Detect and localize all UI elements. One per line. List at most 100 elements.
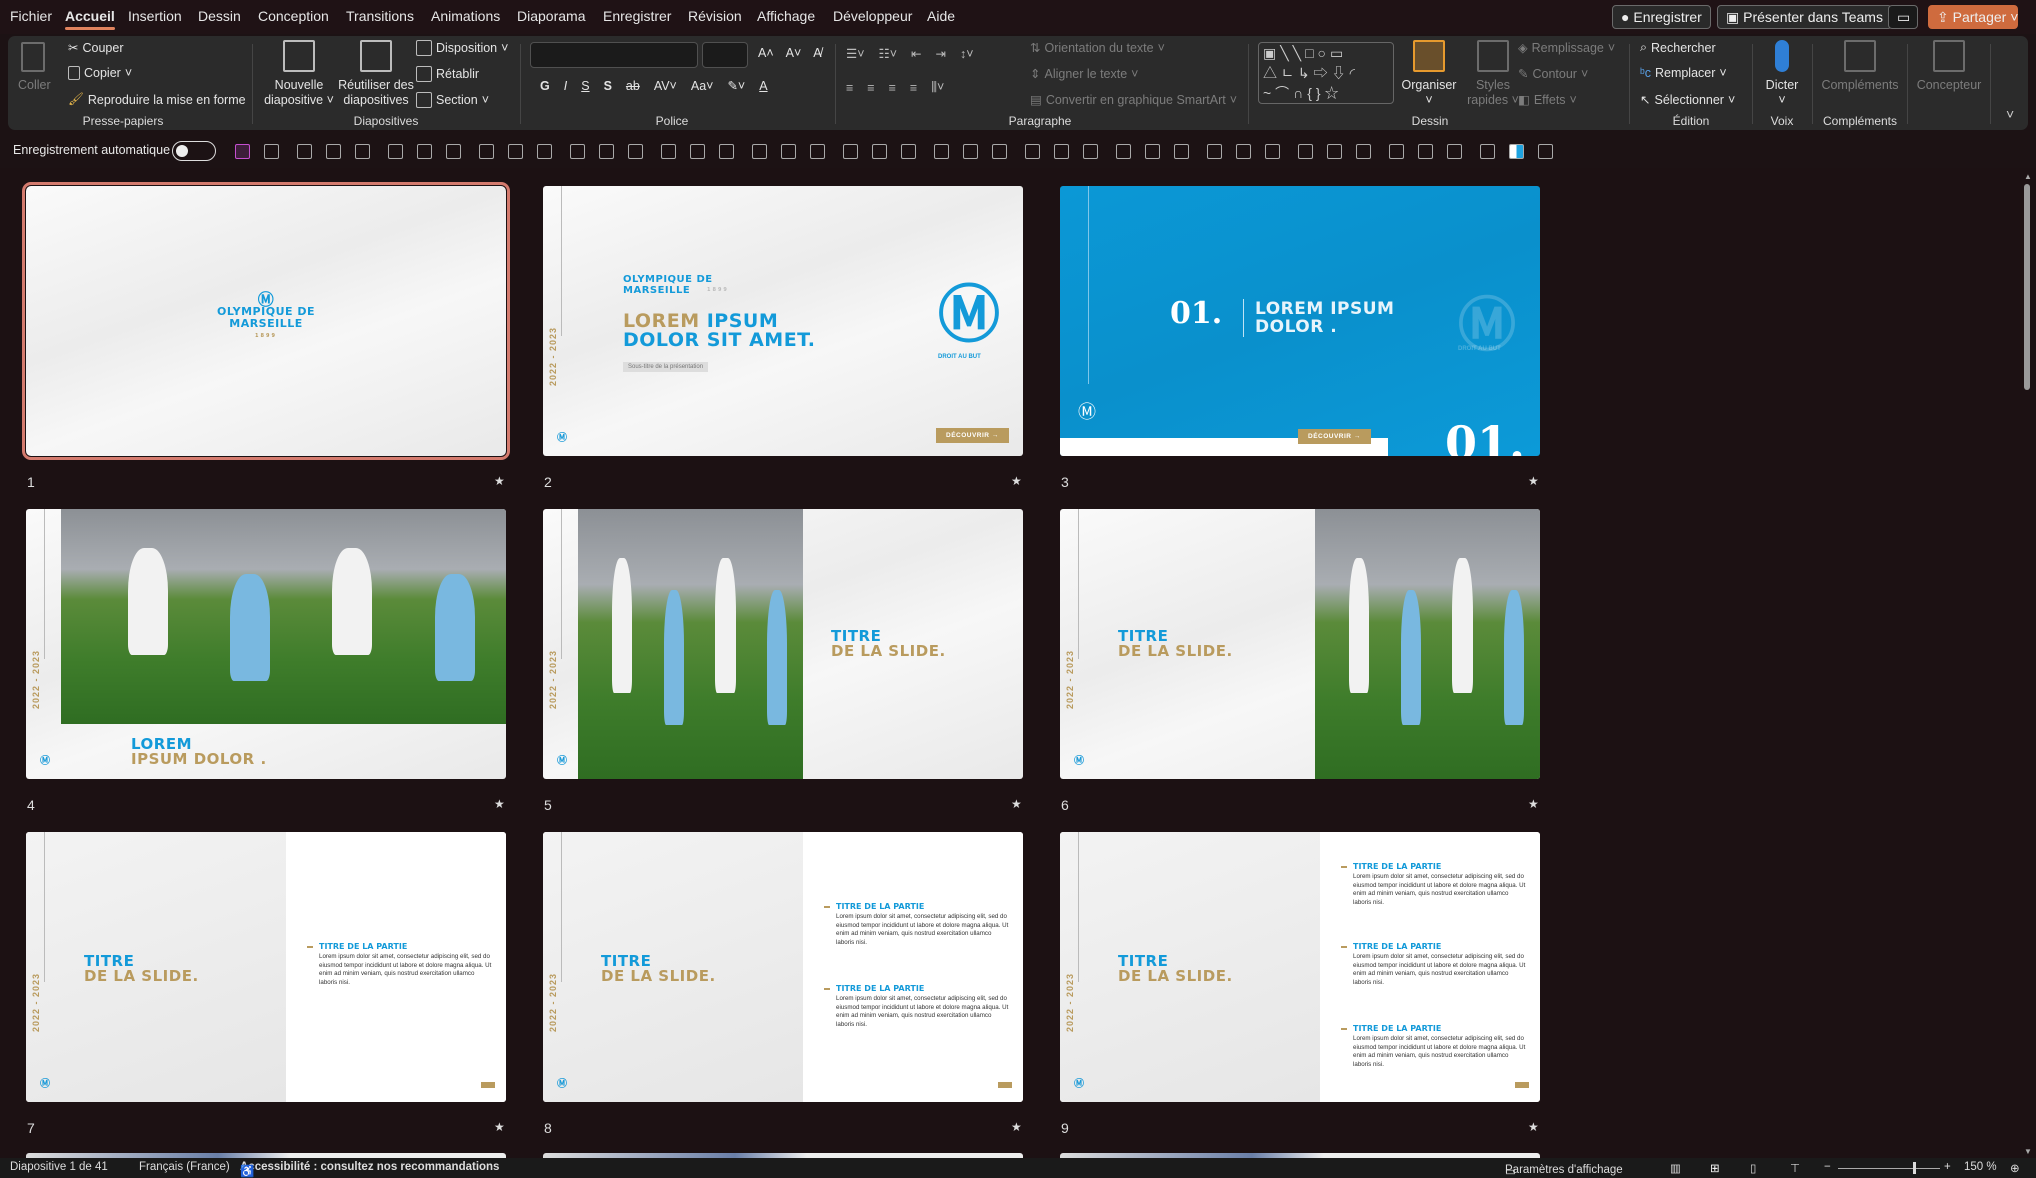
zoom-in-button[interactable]: + <box>1944 1161 1951 1173</box>
vertical-scrollbar[interactable]: ▲ ▼ <box>2022 172 2032 1156</box>
layout-button[interactable]: Disposition ˅ <box>416 40 508 56</box>
select-button[interactable]: ↖ Sélectionner ˅ <box>1640 92 1735 108</box>
undo-icon[interactable] <box>264 144 279 159</box>
italic-button[interactable]: I <box>564 79 567 93</box>
outline-icon[interactable] <box>781 144 796 159</box>
outline-2-icon[interactable] <box>810 144 825 159</box>
distribute-icon[interactable] <box>417 144 432 159</box>
font-size-dropdown[interactable] <box>702 42 748 68</box>
section-icon[interactable] <box>355 144 370 159</box>
align-text-button[interactable]: ⇕ Aligner le texte ˅ <box>1030 66 1138 82</box>
fit-to-window-icon[interactable]: ⊕ <box>2010 1161 2020 1175</box>
crop-icon[interactable] <box>992 144 1007 159</box>
scrollbar-thumb[interactable] <box>2024 184 2030 390</box>
copy-button[interactable]: Copier ˅ <box>68 66 132 80</box>
change-case-icon[interactable]: Aa˅ <box>691 79 714 93</box>
shrink-font-icon[interactable]: A˅ <box>786 46 802 60</box>
clear-format-icon[interactable]: A̸ <box>813 46 821 60</box>
redo-icon[interactable] <box>297 144 312 159</box>
crop-2-icon[interactable] <box>1418 144 1433 159</box>
ungroup-icon[interactable] <box>1054 144 1069 159</box>
align-left-icon[interactable]: ≡ <box>846 81 853 95</box>
shape-outline-button[interactable]: ✎ Contour ˅ <box>1518 66 1588 82</box>
send-back-icon[interactable] <box>1298 144 1313 159</box>
slide-sorter-view-icon[interactable]: ⊞ <box>1710 1161 1720 1175</box>
picture-icon[interactable] <box>843 144 858 159</box>
link-icon[interactable] <box>1389 144 1404 159</box>
menu-diaporama[interactable]: Diaporama <box>517 8 585 24</box>
line-spacing-icon[interactable]: ↕˅ <box>960 47 974 61</box>
shape-fill-button[interactable]: ◈ Remplissage ˅ <box>1518 40 1615 56</box>
format-painter-button[interactable]: 🖌 Reproduire la mise en forme <box>68 92 246 107</box>
transition-star-icon[interactable]: ★ <box>1528 474 1539 488</box>
underline-button[interactable]: S <box>581 79 589 93</box>
designer-button[interactable]: Concepteur <box>1913 40 1985 93</box>
reuse-slides-button[interactable]: Réutiliser des diapositives <box>336 40 416 108</box>
replace-button[interactable]: ᵇc Remplacer ˅ <box>1640 66 1727 80</box>
oval-icon[interactable] <box>934 144 949 159</box>
menu-aide[interactable]: Aide <box>927 8 955 24</box>
font-name-dropdown[interactable] <box>530 42 698 68</box>
menu-affichage[interactable]: Affichage <box>757 8 815 24</box>
replace-pic-icon[interactable] <box>1480 144 1495 159</box>
layout-icon[interactable] <box>326 144 341 159</box>
slide-thumbnail[interactable]: 2022 - 2023 Ⓜ TITRE DE LA SLIDE. TITRE DE LA… <box>543 832 1023 1102</box>
find-button[interactable]: ⌕ Rechercher <box>1640 40 1716 55</box>
bold-button[interactable]: G <box>540 79 550 93</box>
paste-button[interactable]: Coller <box>18 42 51 93</box>
fill-icon[interactable] <box>752 144 767 159</box>
slide-thumbnail[interactable]: 2022 - 2023 Ⓜ OLYMPIQUE DE MARSEILLE 1899 LOR… <box>543 186 1023 456</box>
shapes-gallery[interactable]: ▣╲╲□○▭ △ㄴ↳⇨⇩◜ ~⌒∩{}☆ <box>1258 42 1394 104</box>
grow-font-icon[interactable]: A˄ <box>758 46 774 60</box>
collapse-ribbon-chevron-icon[interactable]: ˅ <box>2006 106 2014 122</box>
zoom-level[interactable]: 150 % <box>1964 1161 1997 1173</box>
transition-star-icon[interactable]: ★ <box>1011 797 1022 811</box>
menu-animations[interactable]: Animations <box>431 8 500 24</box>
align-3-icon[interactable] <box>1356 144 1371 159</box>
slideshow-view-icon[interactable]: ⊤ <box>1790 1161 1800 1175</box>
menu-révision[interactable]: Révision <box>688 8 742 24</box>
menu-accueil[interactable]: Accueil <box>65 8 115 30</box>
slide-thumbnail[interactable]: 01. LOREM IPSUM DOLOR . Ⓜ DROIT AU BUT Ⓜ DÉCOU… <box>1060 186 1540 456</box>
bring-forward-icon[interactable] <box>1207 144 1222 159</box>
reading-view-icon[interactable]: ▯ <box>1750 1161 1756 1175</box>
numbering-icon[interactable]: ☷˅ <box>879 46 898 61</box>
rotate-icon[interactable] <box>1174 144 1189 159</box>
next-button[interactable] <box>481 1082 495 1088</box>
slide-thumbnail[interactable]: Ⓜ OLYMPIQUE DE MARSEILLE 1899 <box>22 182 510 460</box>
share-button[interactable]: ⇪ Partager ˅ <box>1928 5 2018 29</box>
slide-thumbnail[interactable]: 2022 - 2023 Ⓜ TITRE DE LA SLIDE. <box>543 509 1023 779</box>
reset-button[interactable]: Rétablir <box>416 66 479 82</box>
language-indicator[interactable]: Français (France) <box>139 1161 230 1173</box>
textbox-icon[interactable] <box>628 144 643 159</box>
addins-button[interactable]: Compléments <box>1820 40 1900 93</box>
send-backward-icon[interactable] <box>1265 144 1280 159</box>
cut-button[interactable]: ✂ Couper <box>68 40 123 56</box>
bullets-icon[interactable]: ☰˅ <box>846 46 865 61</box>
transition-star-icon[interactable]: ★ <box>1528 797 1539 811</box>
quick-styles-button[interactable]: Styles rapides ˅ <box>1463 40 1523 108</box>
rectangle-icon[interactable] <box>901 144 916 159</box>
zoom-out-button[interactable]: − <box>1824 1161 1831 1173</box>
slide-thumbnail[interactable]: 2022 - 2023 Ⓜ TITRE DE LA SLIDE. TITRE DE LA… <box>1060 832 1540 1102</box>
slide-thumbnail[interactable]: 2022 - 2023 Ⓜ TITRE DE LA SLIDE. <box>1060 509 1540 779</box>
align-bottom-icon[interactable] <box>537 144 552 159</box>
strikethrough-icon[interactable]: ab <box>626 79 640 93</box>
align-icon[interactable] <box>388 144 403 159</box>
align-center-icon[interactable]: ≡ <box>867 81 874 95</box>
shadow-button[interactable]: S <box>604 79 612 93</box>
zoom-slider[interactable] <box>1838 1162 1940 1174</box>
smartart-button[interactable]: ▤ Convertir en graphique SmartArt ˅ <box>1030 92 1237 108</box>
shape-effects-button[interactable]: ◧ Effets ˅ <box>1518 92 1577 108</box>
text-direction-button[interactable]: ⇅ Orientation du texte ˅ <box>1030 40 1165 56</box>
accessibility-button[interactable]: ♿ Accessibilité : consultez nos recomman… <box>240 1161 499 1178</box>
color-split-icon[interactable] <box>1509 144 1524 159</box>
align-right-icon[interactable]: ≡ <box>889 81 896 95</box>
menu-insertion[interactable]: Insertion <box>128 8 182 24</box>
transition-star-icon[interactable]: ★ <box>494 1120 505 1134</box>
slide-thumbnail[interactable]: 2022 - 2023 Ⓜ LOREM IPSUM DOLOR . <box>26 509 506 779</box>
arrange-button[interactable]: Organiser ˅ <box>1398 40 1460 108</box>
comments-button[interactable]: ▭ <box>1888 5 1918 29</box>
highlight-icon[interactable]: ✎˅ <box>727 78 745 93</box>
shape-icon[interactable] <box>872 144 887 159</box>
